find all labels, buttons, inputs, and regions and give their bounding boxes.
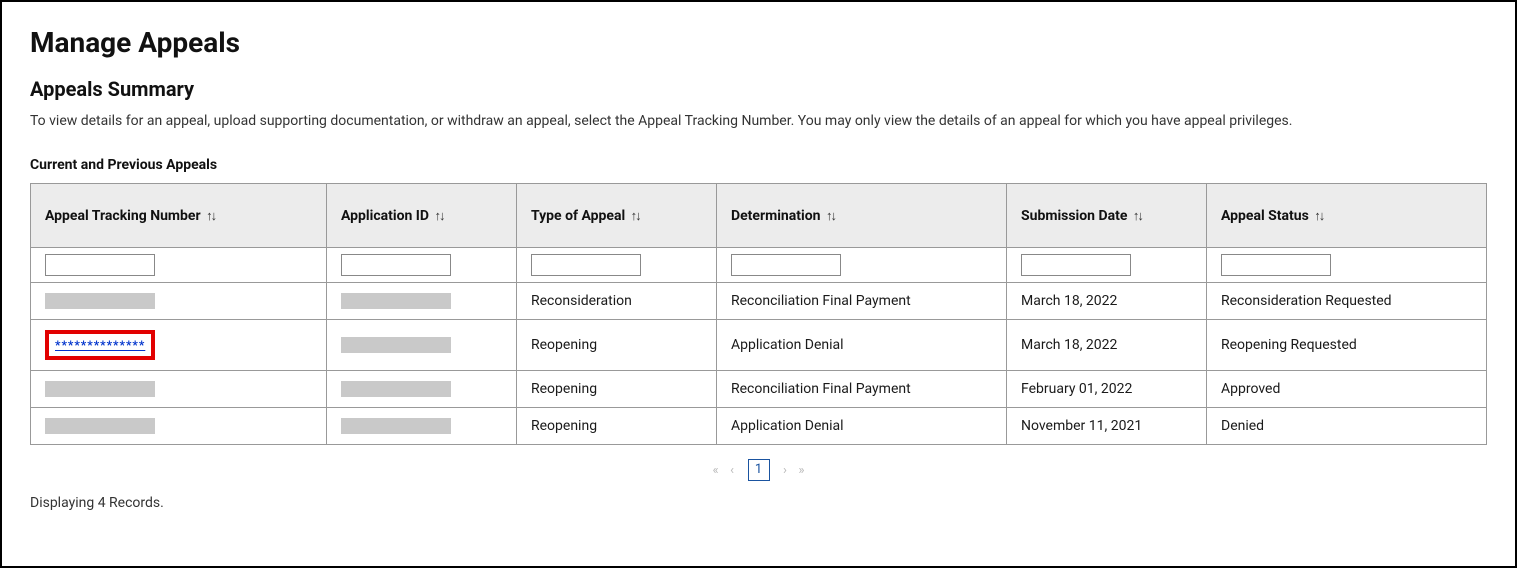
col-header-label: Submission Date	[1021, 208, 1127, 224]
cell-type-of-appeal: Reconsideration	[517, 283, 717, 320]
table-caption: Current and Previous Appeals	[30, 157, 1487, 173]
pager-last-icon[interactable]: »	[798, 463, 804, 478]
col-header-label: Type of Appeal	[531, 208, 625, 224]
col-header-appeal-status[interactable]: Appeal Status ↑↓	[1207, 184, 1487, 248]
col-header-label: Determination	[731, 208, 820, 224]
sort-icon[interactable]: ↑↓	[1133, 209, 1142, 224]
cell-appeal-tracking-number[interactable]	[31, 283, 327, 320]
redacted-placeholder	[45, 293, 155, 309]
redacted-placeholder	[45, 418, 155, 434]
filter-type-of-appeal[interactable]	[531, 254, 641, 276]
filter-determination[interactable]	[731, 254, 841, 276]
cell-application-id	[327, 407, 517, 444]
redacted-placeholder	[341, 418, 451, 434]
pager-next-icon[interactable]: ›	[783, 463, 787, 478]
redacted-placeholder	[45, 381, 155, 397]
redacted-placeholder	[341, 337, 451, 353]
page-title: Manage Appeals	[30, 26, 1487, 59]
sort-icon[interactable]: ↑↓	[826, 209, 835, 224]
col-header-type-of-appeal[interactable]: Type of Appeal ↑↓	[517, 184, 717, 248]
cell-type-of-appeal: Reopening	[517, 320, 717, 370]
filter-appeal-status[interactable]	[1221, 254, 1331, 276]
appeal-tracking-link[interactable]: **************	[55, 338, 145, 352]
cell-determination: Reconciliation Final Payment	[717, 370, 1007, 407]
cell-appeal-status: Denied	[1207, 407, 1487, 444]
sort-icon[interactable]: ↑↓	[631, 209, 640, 224]
col-header-label: Appeal Tracking Number	[45, 208, 201, 224]
page-container: Manage Appeals Appeals Summary To view d…	[0, 0, 1517, 568]
table-row: ************** Reopening Application Den…	[31, 320, 1487, 370]
cell-appeal-status: Reconsideration Requested	[1207, 283, 1487, 320]
cell-determination: Application Denial	[717, 320, 1007, 370]
pager-first-icon[interactable]: «	[713, 463, 719, 478]
cell-submission-date: March 18, 2022	[1007, 283, 1207, 320]
filter-application-id[interactable]	[341, 254, 451, 276]
col-header-label: Appeal Status	[1221, 208, 1309, 224]
cell-appeal-status: Reopening Requested	[1207, 320, 1487, 370]
cell-submission-date: March 18, 2022	[1007, 320, 1207, 370]
cell-appeal-tracking-number[interactable]	[31, 370, 327, 407]
filter-appeal-tracking-number[interactable]	[45, 254, 155, 276]
record-count-text: Displaying 4 Records.	[30, 495, 1487, 511]
col-header-appeal-tracking-number[interactable]: Appeal Tracking Number ↑↓	[31, 184, 327, 248]
table-header-row: Appeal Tracking Number ↑↓ Application ID…	[31, 184, 1487, 248]
col-header-submission-date[interactable]: Submission Date ↑↓	[1007, 184, 1207, 248]
filter-submission-date[interactable]	[1021, 254, 1131, 276]
cell-appeal-status: Approved	[1207, 370, 1487, 407]
table-row: Reopening Application Denial November 11…	[31, 407, 1487, 444]
cell-determination: Reconciliation Final Payment	[717, 283, 1007, 320]
redacted-placeholder	[341, 293, 451, 309]
col-header-label: Application ID	[341, 208, 429, 224]
redacted-placeholder	[341, 381, 451, 397]
table-row: Reopening Reconciliation Final Payment F…	[31, 370, 1487, 407]
cell-appeal-tracking-number[interactable]: **************	[31, 320, 327, 370]
section-title: Appeals Summary	[30, 77, 1487, 101]
appeals-table: Appeal Tracking Number ↑↓ Application ID…	[30, 183, 1487, 445]
col-header-application-id[interactable]: Application ID ↑↓	[327, 184, 517, 248]
cell-application-id	[327, 320, 517, 370]
cell-application-id	[327, 283, 517, 320]
pagination: « ‹ 1 › »	[30, 459, 1487, 481]
cell-application-id	[327, 370, 517, 407]
pager-prev-icon[interactable]: ‹	[730, 463, 734, 478]
cell-determination: Application Denial	[717, 407, 1007, 444]
highlight-box: **************	[45, 330, 155, 359]
cell-submission-date: February 01, 2022	[1007, 370, 1207, 407]
pager-current-page[interactable]: 1	[748, 459, 770, 481]
cell-appeal-tracking-number[interactable]	[31, 407, 327, 444]
cell-type-of-appeal: Reopening	[517, 407, 717, 444]
sort-icon[interactable]: ↑↓	[434, 209, 443, 224]
instructions-text: To view details for an appeal, upload su…	[30, 113, 1487, 129]
sort-icon[interactable]: ↑↓	[206, 209, 215, 224]
table-row: Reconsideration Reconciliation Final Pay…	[31, 283, 1487, 320]
col-header-determination[interactable]: Determination ↑↓	[717, 184, 1007, 248]
cell-type-of-appeal: Reopening	[517, 370, 717, 407]
table-filter-row	[31, 248, 1487, 283]
sort-icon[interactable]: ↑↓	[1314, 209, 1323, 224]
cell-submission-date: November 11, 2021	[1007, 407, 1207, 444]
